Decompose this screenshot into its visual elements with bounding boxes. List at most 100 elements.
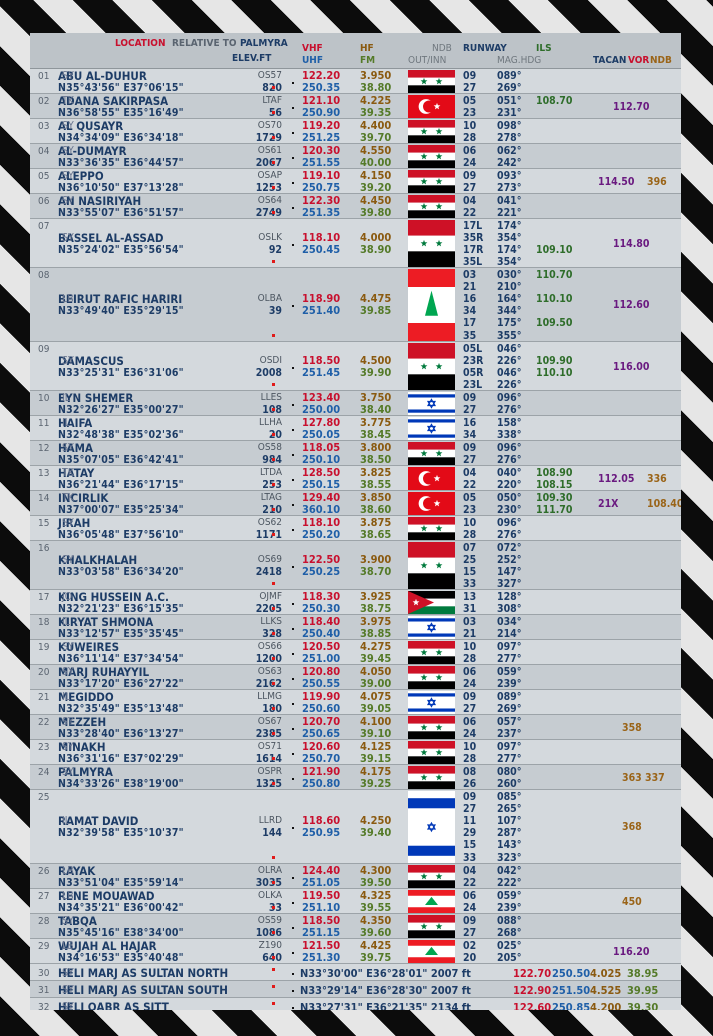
magnetic-heading: 226° xyxy=(497,379,522,392)
runway-id: 27 xyxy=(463,182,477,195)
syria-flag-icon xyxy=(408,766,455,789)
magnetic-heading: 174° xyxy=(497,244,522,257)
ils-frequency: 110.10 xyxy=(536,293,573,306)
magnetic-heading: 107° xyxy=(497,815,522,828)
vor-ndb-frequency: 336 xyxy=(647,472,667,485)
runway-id: 25 xyxy=(463,554,477,567)
fm-frequency: 39.00 xyxy=(360,676,392,690)
fm-frequency: 39.95 xyxy=(627,984,659,997)
coordinates: N35°24'02" E35°56'54" xyxy=(58,243,184,256)
fm-frequency: 38.90 xyxy=(360,242,392,256)
country-code: SY xyxy=(62,765,74,778)
runway-id: 09 xyxy=(463,392,477,404)
red-marker xyxy=(272,632,275,635)
hf-frequency: 4.100 xyxy=(360,714,392,728)
position-marker xyxy=(292,403,294,406)
fm-frequency: 39.05 xyxy=(360,701,392,715)
magnetic-heading: 096° xyxy=(497,392,522,404)
hf-frequency: 4.025 xyxy=(590,967,622,980)
vor-ndb-frequency: 396 xyxy=(647,175,667,188)
red-marker xyxy=(272,483,275,486)
runway-id: 09 xyxy=(463,691,477,703)
airfield-row: 05 ALEPPO SY N36°10'50" E37°13'28" OSAP 1253 1… xyxy=(30,169,681,194)
fm-frequency: 39.40 xyxy=(360,826,392,839)
red-marker xyxy=(272,956,275,959)
magnetic-heading: 323° xyxy=(497,851,522,864)
runway-id: 16 xyxy=(463,417,477,429)
icao-code: OS70 xyxy=(257,119,282,131)
lebanon-flag-icon xyxy=(408,269,455,341)
magnetic-heading: 287° xyxy=(497,827,522,840)
red-marker xyxy=(272,607,275,610)
magnetic-heading: 085° xyxy=(497,791,522,803)
vhf-frequency: 121.50 xyxy=(302,938,341,952)
uhf-frequency: 250.20 xyxy=(302,527,341,541)
airfield-row: 10 EYN SHEMER IL N32°26'27" E35°00'27" LLES 1… xyxy=(30,391,681,416)
red-marker xyxy=(272,707,275,710)
syria-flag-icon xyxy=(408,170,455,193)
ils-frequency: 108.15 xyxy=(536,479,573,492)
runway-id: 15 xyxy=(463,566,477,579)
icao-code: OS59 xyxy=(257,914,282,926)
row-number: 23 xyxy=(38,742,50,753)
row-number: 27 xyxy=(38,891,50,902)
red-marker xyxy=(272,211,275,214)
runway-id: 05R xyxy=(463,367,484,380)
row-number: 07 xyxy=(38,221,50,232)
position-marker xyxy=(292,901,294,904)
airfield-row: 24 PALMYRA SY N34°33'26" E38°19'00" OSPR 1325… xyxy=(30,765,681,790)
magnetic-heading: 230° xyxy=(497,504,522,517)
header-out-inn: OUT/INN xyxy=(408,55,447,66)
coordinates: N34°34'09" E36°34'18" xyxy=(58,131,184,144)
magnetic-heading: 214° xyxy=(497,628,522,641)
magnetic-heading: 096° xyxy=(497,442,522,454)
airfield-row: 20 MARJ RUHAYYIL SY N33°17'20" E36°27'22" OS… xyxy=(30,665,681,690)
country-code: SY xyxy=(62,914,74,927)
runway-id: 24 xyxy=(463,902,477,915)
elevation: 2418 xyxy=(255,565,282,578)
vhf-frequency: 120.80 xyxy=(302,664,341,678)
fm-frequency: 39.45 xyxy=(360,651,392,665)
airfield-row: 18 KIRYAT SHMONA IL N33°12'57" E35°35'45" LL… xyxy=(30,615,681,640)
vhf-frequency: 122.60 xyxy=(513,1001,552,1011)
position-marker xyxy=(292,752,294,755)
airfield-row: 02 ADANA SAKIRPASA TK N36°58'55" E35°16'49"… xyxy=(30,94,681,119)
runway-id: 27 xyxy=(463,82,477,95)
icao-code: OS64 xyxy=(257,194,282,206)
uhf-frequency: 250.70 xyxy=(302,751,341,765)
country-code: SY xyxy=(62,516,74,529)
ils-frequency: 111.70 xyxy=(536,504,573,517)
helipad-name-text: HELI MARJ AS SULTAN SOUTH xyxy=(58,983,228,997)
icao-code: OS71 xyxy=(257,740,282,752)
runway-id: 06 xyxy=(463,716,477,728)
magnetic-heading: 051° xyxy=(497,95,522,107)
header-reference: PALMYRA xyxy=(240,38,288,49)
fm-frequency: 39.35 xyxy=(360,105,392,119)
fm-frequency: 38.40 xyxy=(360,402,392,416)
magnetic-heading: 164° xyxy=(497,293,522,306)
coordinates: N37°00'07" E35°25'34" xyxy=(58,503,184,516)
runway-id: 35 xyxy=(463,329,477,342)
magnetic-heading: 354° xyxy=(497,256,522,269)
row-number: 24 xyxy=(38,767,50,778)
position-marker xyxy=(292,503,294,506)
position-marker xyxy=(292,156,294,159)
syria-flag-icon xyxy=(408,70,455,93)
ils-frequency: 109.90 xyxy=(536,355,573,368)
header-relative-to: RELATIVE TO xyxy=(172,38,237,49)
country-code: TK xyxy=(62,94,74,107)
icao-code: LTAG xyxy=(260,491,282,503)
runway-id: 09 xyxy=(463,442,477,454)
syria-flag-icon xyxy=(408,145,455,168)
vhf-frequency: 118.10 xyxy=(302,230,341,244)
icao-code: LLKS xyxy=(260,615,282,627)
hf-frequency: 4.225 xyxy=(360,93,392,107)
vor-ndb-frequency: 108.40 xyxy=(647,497,681,510)
position-marker xyxy=(292,727,294,730)
uhf-frequency: 251.55 xyxy=(302,155,341,169)
fm-frequency: 38.55 xyxy=(360,477,392,491)
row-number: 03 xyxy=(38,121,50,132)
country-code: IL xyxy=(62,815,71,827)
syria-flag-icon xyxy=(408,442,455,465)
icao-code: LLRD xyxy=(258,815,282,826)
